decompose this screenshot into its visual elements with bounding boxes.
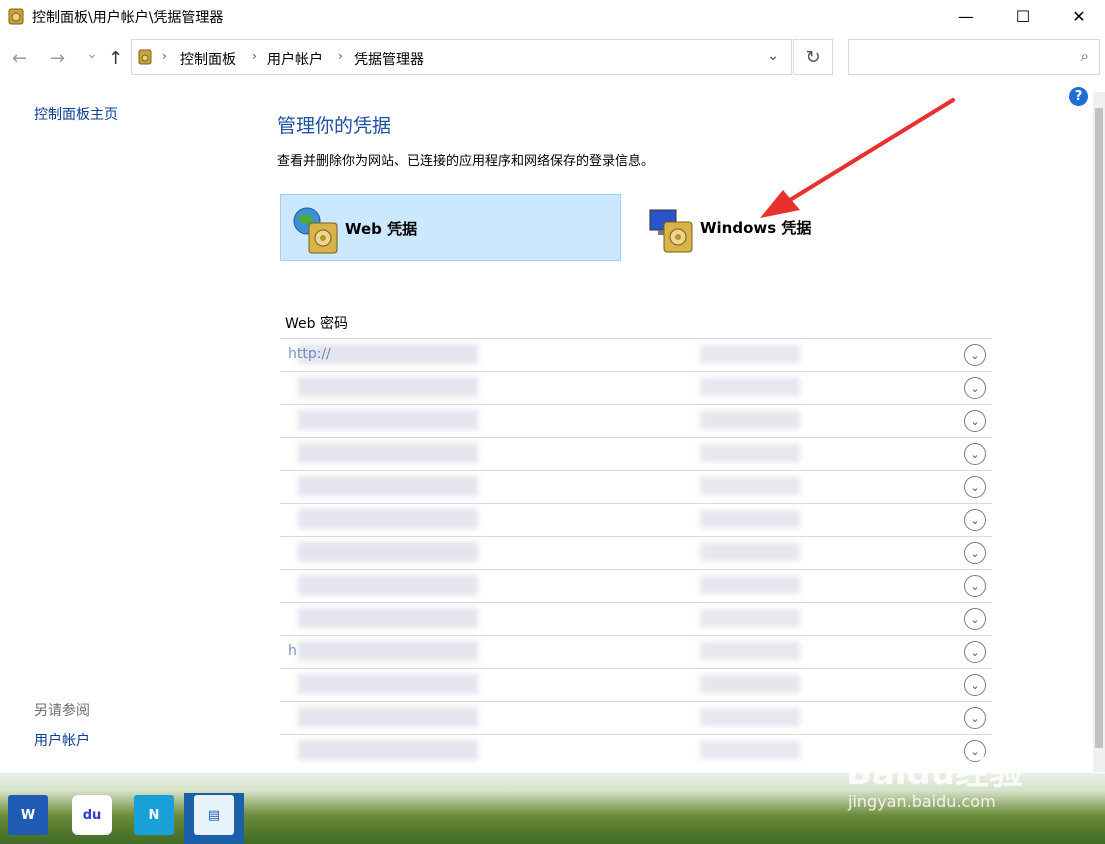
credential-row[interactable]: ⌄ [280, 371, 992, 404]
expand-chevron-icon[interactable]: ⌄ [964, 641, 986, 663]
expand-chevron-icon[interactable]: ⌄ [964, 509, 986, 531]
expand-chevron-icon[interactable]: ⌄ [964, 608, 986, 630]
baidu-watermark: Baidu经验 [846, 753, 1024, 793]
redacted-username [700, 345, 800, 363]
expand-chevron-icon[interactable]: ⌄ [964, 410, 986, 432]
expand-chevron-icon[interactable]: ⌄ [964, 542, 986, 564]
redacted-address [298, 674, 478, 694]
redacted-address [298, 377, 478, 397]
credential-row-text: http:// [288, 346, 331, 362]
redacted-username [700, 576, 800, 594]
control-panel-app-icon[interactable]: ▤ [194, 795, 234, 835]
redacted-username [700, 543, 800, 561]
redacted-address [298, 641, 478, 661]
scrollbar-thumb[interactable] [1095, 108, 1103, 748]
redacted-username [700, 609, 800, 627]
redacted-username [700, 708, 800, 726]
credential-row[interactable]: ⌄ [280, 668, 992, 701]
credential-row[interactable]: h ⌄ [280, 635, 992, 668]
expand-chevron-icon[interactable]: ⌄ [964, 674, 986, 696]
expand-chevron-icon[interactable]: ⌄ [964, 476, 986, 498]
credential-row[interactable]: ⌄ [280, 404, 992, 437]
credential-row[interactable]: ⌄ [280, 602, 992, 635]
web-passwords-heading: Web 密码 [285, 316, 348, 332]
credential-row[interactable]: ⌄ [280, 503, 992, 536]
redacted-username [700, 675, 800, 693]
redacted-address [298, 707, 478, 727]
redacted-address [298, 575, 478, 595]
app3-icon[interactable]: N [134, 795, 174, 835]
baidu-watermark-url: jingyan.baidu.com [848, 792, 996, 811]
redacted-address [298, 443, 478, 463]
credential-row[interactable]: ⌄ [280, 437, 992, 470]
redacted-username [700, 642, 800, 660]
redacted-username [700, 444, 800, 462]
expand-chevron-icon[interactable]: ⌄ [964, 443, 986, 465]
redacted-address [298, 476, 478, 496]
expand-chevron-icon[interactable]: ⌄ [964, 707, 986, 729]
vertical-scrollbar[interactable] [1093, 92, 1105, 772]
baidu-app-icon[interactable]: du [72, 795, 112, 835]
credential-row[interactable]: ⌄ [280, 569, 992, 602]
redacted-username [700, 477, 800, 495]
redacted-username [700, 378, 800, 396]
word-app-icon[interactable]: W [8, 795, 48, 835]
redacted-username [700, 510, 800, 528]
credential-row[interactable]: ⌄ [280, 536, 992, 569]
expand-chevron-icon[interactable]: ⌄ [964, 344, 986, 366]
redacted-address [298, 608, 478, 628]
redacted-username [700, 411, 800, 429]
redacted-address [298, 542, 478, 562]
credential-row[interactable]: ⌄ [280, 470, 992, 503]
redacted-username [700, 741, 800, 759]
credential-row[interactable]: http:// ⌄ [280, 338, 992, 371]
redacted-address [298, 740, 478, 760]
redacted-address [298, 410, 478, 430]
expand-chevron-icon[interactable]: ⌄ [964, 575, 986, 597]
credential-row[interactable]: ⌄ [280, 701, 992, 734]
redacted-address [298, 509, 478, 529]
expand-chevron-icon[interactable]: ⌄ [964, 377, 986, 399]
credential-row-text: h [288, 643, 297, 659]
